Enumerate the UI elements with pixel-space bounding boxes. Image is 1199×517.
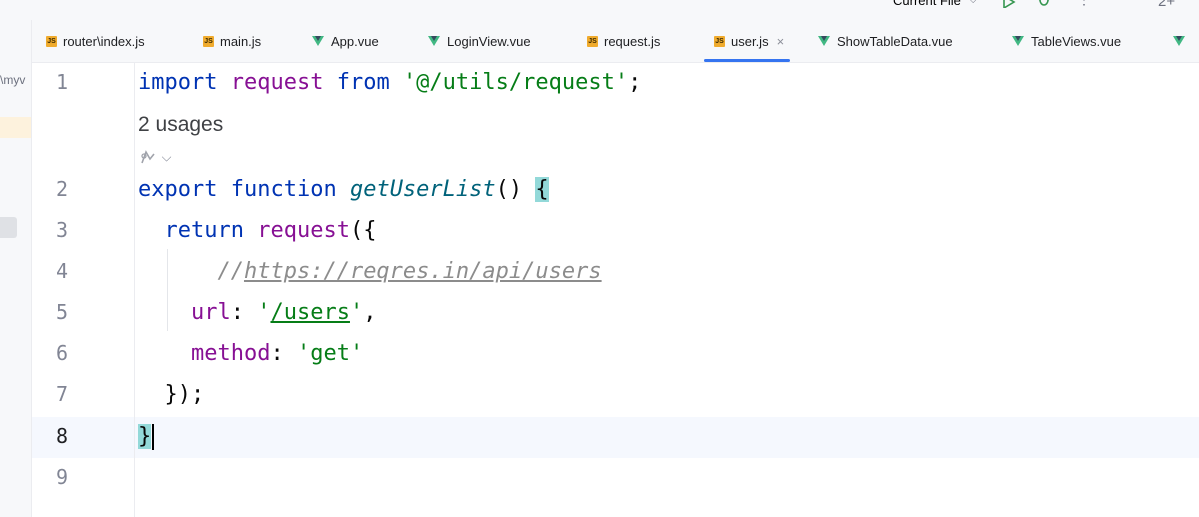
code-line-6[interactable]: method: 'get' [138, 341, 363, 367]
js-file-icon: JS [203, 35, 214, 47]
main-toolbar: Current File ⌵ ⋮ 2+ [0, 0, 1199, 21]
code-line-3[interactable]: return request({ [138, 218, 377, 244]
tab-request-js[interactable]: JS request.js [587, 20, 660, 62]
vue-file-icon [428, 36, 440, 46]
tab-showtabledata-vue[interactable]: ShowTableData.vue [818, 20, 953, 62]
gutter-separator [134, 63, 135, 517]
run-icon[interactable] [1002, 0, 1016, 8]
line-number: 7 [55, 382, 69, 406]
line-number: 6 [55, 341, 69, 365]
code-line-1[interactable]: import request from '@/utils/request'; [138, 70, 641, 96]
string-literal: 'get' [296, 341, 364, 366]
js-file-icon: JS [587, 35, 598, 47]
function-name: getUserList [349, 177, 496, 202]
punctuation: , [363, 300, 377, 325]
line-number: 3 [55, 218, 69, 242]
editor-tab-bar: JS router\index.js JS main.js App.vue Lo… [32, 20, 1199, 63]
project-tool-strip: \myv [0, 20, 32, 517]
ai-hint[interactable]: ⌵ [138, 149, 171, 167]
chevron-down-icon[interactable]: ⌵ [969, 0, 977, 7]
line-number: 9 [55, 465, 69, 489]
comment-prefix: // [217, 259, 244, 284]
property-key: method [190, 341, 271, 366]
code-line-5[interactable]: url: '/users', [138, 300, 376, 326]
notification-badge[interactable]: 2+ [1158, 0, 1175, 10]
punctuation: }); [164, 382, 205, 407]
code-editor[interactable]: 1 2 3 4 5 6 7 8 9 import request from '@… [32, 63, 1199, 517]
code-line-8[interactable]: } [138, 424, 155, 450]
tab-label: TableViews.vue [1031, 33, 1122, 49]
ai-sparkle-icon [141, 150, 155, 164]
string-quote: ' [257, 300, 271, 325]
close-icon[interactable]: × [777, 34, 785, 49]
punctuation: () [495, 177, 536, 202]
string-quote: ' [349, 300, 364, 325]
tab-label: request.js [604, 33, 661, 49]
identifier: request [257, 218, 350, 243]
text-caret [152, 424, 155, 450]
matched-brace: { [535, 177, 549, 202]
vue-file-icon [818, 36, 830, 46]
chevron-down-icon: ⌵ [161, 149, 172, 165]
caret-line-highlight [32, 417, 1199, 458]
code-line-2[interactable]: export function getUserList() { [138, 177, 549, 203]
tab-tableviews-vue[interactable]: TableViews.vue [1012, 20, 1121, 62]
tab-label: ShowTableData.vue [837, 33, 953, 49]
line-number: 5 [55, 300, 69, 324]
code-line-4[interactable]: //https://reqres.in/api/users [138, 259, 602, 285]
keyword: export [138, 177, 218, 202]
project-path-fragment: \myv [0, 73, 26, 87]
tab-label: LoginView.vue [447, 33, 531, 49]
punctuation: ; [628, 70, 642, 95]
usages-hint[interactable]: 2 usages [138, 113, 223, 137]
vue-file-icon [312, 36, 324, 46]
tab-label: user.js [731, 33, 769, 49]
debug-icon[interactable] [1036, 0, 1052, 8]
comment-link[interactable]: https://reqres.in/api/users [244, 259, 602, 284]
run-configuration-selector[interactable]: Current File [893, 0, 961, 8]
project-tree-selected-row[interactable] [0, 117, 31, 138]
tab-app-vue[interactable]: App.vue [312, 20, 379, 62]
vue-file-icon [1012, 36, 1024, 46]
tab-loginview-vue[interactable]: LoginView.vue [428, 20, 531, 62]
keyword: import [138, 70, 218, 95]
tab-router-index-js[interactable]: JS router\index.js [46, 20, 145, 62]
identifier: request [230, 70, 324, 95]
punctuation: ({ [349, 218, 377, 243]
js-file-icon: JS [714, 35, 725, 47]
string-path-link[interactable]: /users [270, 300, 349, 325]
keyword: function [230, 177, 337, 202]
tab-overflow[interactable] [1173, 20, 1192, 62]
more-vert-icon[interactable]: ⋮ [1077, 0, 1091, 8]
matched-brace: } [138, 424, 152, 449]
keyword: from [336, 70, 390, 95]
property-key: url [190, 300, 231, 325]
line-number-current: 8 [55, 424, 69, 448]
project-tree-hover-row[interactable] [0, 217, 17, 238]
keyword: return [164, 218, 244, 243]
punctuation: : [230, 300, 258, 325]
tab-main-js[interactable]: JS main.js [203, 20, 261, 62]
tab-label: App.vue [331, 33, 379, 49]
line-number: 4 [55, 259, 69, 283]
vue-file-icon [1173, 36, 1185, 46]
line-number: 1 [55, 70, 69, 94]
string-literal: '@/utils/request' [402, 70, 629, 95]
code-line-7[interactable]: }); [138, 382, 205, 408]
line-number: 2 [55, 177, 69, 201]
js-file-icon: JS [46, 35, 57, 47]
tab-label: main.js [220, 33, 262, 49]
tab-user-js[interactable]: JS user.js × [703, 20, 791, 62]
punctuation: : [270, 341, 297, 366]
tab-label: router\index.js [63, 33, 145, 49]
